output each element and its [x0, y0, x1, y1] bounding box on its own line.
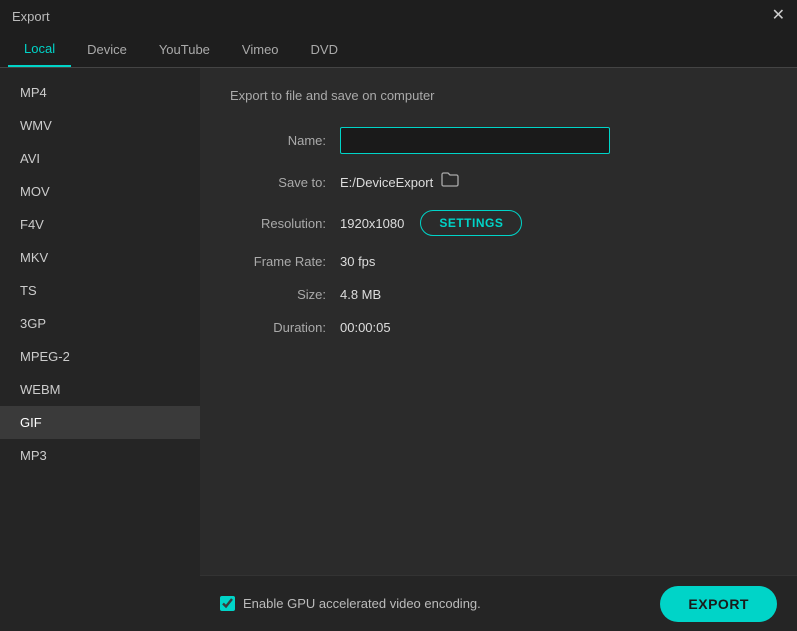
folder-icon[interactable]: [441, 172, 459, 192]
name-input[interactable]: [340, 127, 610, 154]
sidebar-item-gif[interactable]: GIF: [0, 406, 200, 439]
save-to-row: Save to: E:/DeviceExport: [230, 172, 767, 192]
sidebar-item-3gp[interactable]: 3GP: [0, 307, 200, 340]
sidebar-item-mkv[interactable]: MKV: [0, 241, 200, 274]
sidebar-item-ts[interactable]: TS: [0, 274, 200, 307]
export-button[interactable]: EXPORT: [660, 586, 777, 622]
settings-button[interactable]: SETTINGS: [420, 210, 522, 236]
close-button[interactable]: ✕: [772, 8, 785, 24]
frame-rate-value: 30 fps: [340, 254, 375, 269]
gpu-checkbox[interactable]: [220, 596, 235, 611]
tab-device[interactable]: Device: [71, 32, 143, 67]
sidebar-item-avi[interactable]: AVI: [0, 142, 200, 175]
save-path-value: E:/DeviceExport: [340, 175, 433, 190]
title-bar: Export ✕: [0, 0, 797, 32]
sidebar-item-mp3[interactable]: MP3: [0, 439, 200, 472]
save-to-label: Save to:: [230, 175, 340, 190]
sidebar-item-mp4[interactable]: MP4: [0, 76, 200, 109]
size-value: 4.8 MB: [340, 287, 381, 302]
bottom-bar: Enable GPU accelerated video encoding. E…: [200, 575, 797, 631]
duration-row: Duration: 00:00:05: [230, 320, 767, 335]
name-label: Name:: [230, 133, 340, 148]
tab-youtube[interactable]: YouTube: [143, 32, 226, 67]
tab-vimeo[interactable]: Vimeo: [226, 32, 295, 67]
gpu-label: Enable GPU accelerated video encoding.: [243, 596, 481, 611]
tab-dvd[interactable]: DVD: [295, 32, 354, 67]
size-label: Size:: [230, 287, 340, 302]
resolution-container: 1920x1080 SETTINGS: [340, 210, 522, 236]
resolution-row: Resolution: 1920x1080 SETTINGS: [230, 210, 767, 236]
duration-label: Duration:: [230, 320, 340, 335]
tab-local[interactable]: Local: [8, 32, 71, 67]
duration-value: 00:00:05: [340, 320, 391, 335]
sidebar-item-mov[interactable]: MOV: [0, 175, 200, 208]
resolution-label: Resolution:: [230, 216, 340, 231]
sidebar-item-f4v[interactable]: F4V: [0, 208, 200, 241]
save-path-container: E:/DeviceExport: [340, 172, 459, 192]
content-area: Export to file and save on computer Name…: [200, 68, 797, 631]
sidebar-item-wmv[interactable]: WMV: [0, 109, 200, 142]
tab-bar: Local Device YouTube Vimeo DVD: [0, 32, 797, 68]
resolution-value: 1920x1080: [340, 216, 404, 231]
name-row: Name:: [230, 127, 767, 154]
sidebar: MP4 WMV AVI MOV F4V MKV TS 3GP MPEG-2 WE…: [0, 68, 200, 631]
frame-rate-row: Frame Rate: 30 fps: [230, 254, 767, 269]
sidebar-item-webm[interactable]: WEBM: [0, 373, 200, 406]
sidebar-item-mpeg2[interactable]: MPEG-2: [0, 340, 200, 373]
size-row: Size: 4.8 MB: [230, 287, 767, 302]
section-title: Export to file and save on computer: [230, 88, 767, 103]
frame-rate-label: Frame Rate:: [230, 254, 340, 269]
window-title: Export: [12, 9, 50, 24]
gpu-option-row: Enable GPU accelerated video encoding.: [220, 596, 481, 611]
main-container: MP4 WMV AVI MOV F4V MKV TS 3GP MPEG-2 WE…: [0, 68, 797, 631]
